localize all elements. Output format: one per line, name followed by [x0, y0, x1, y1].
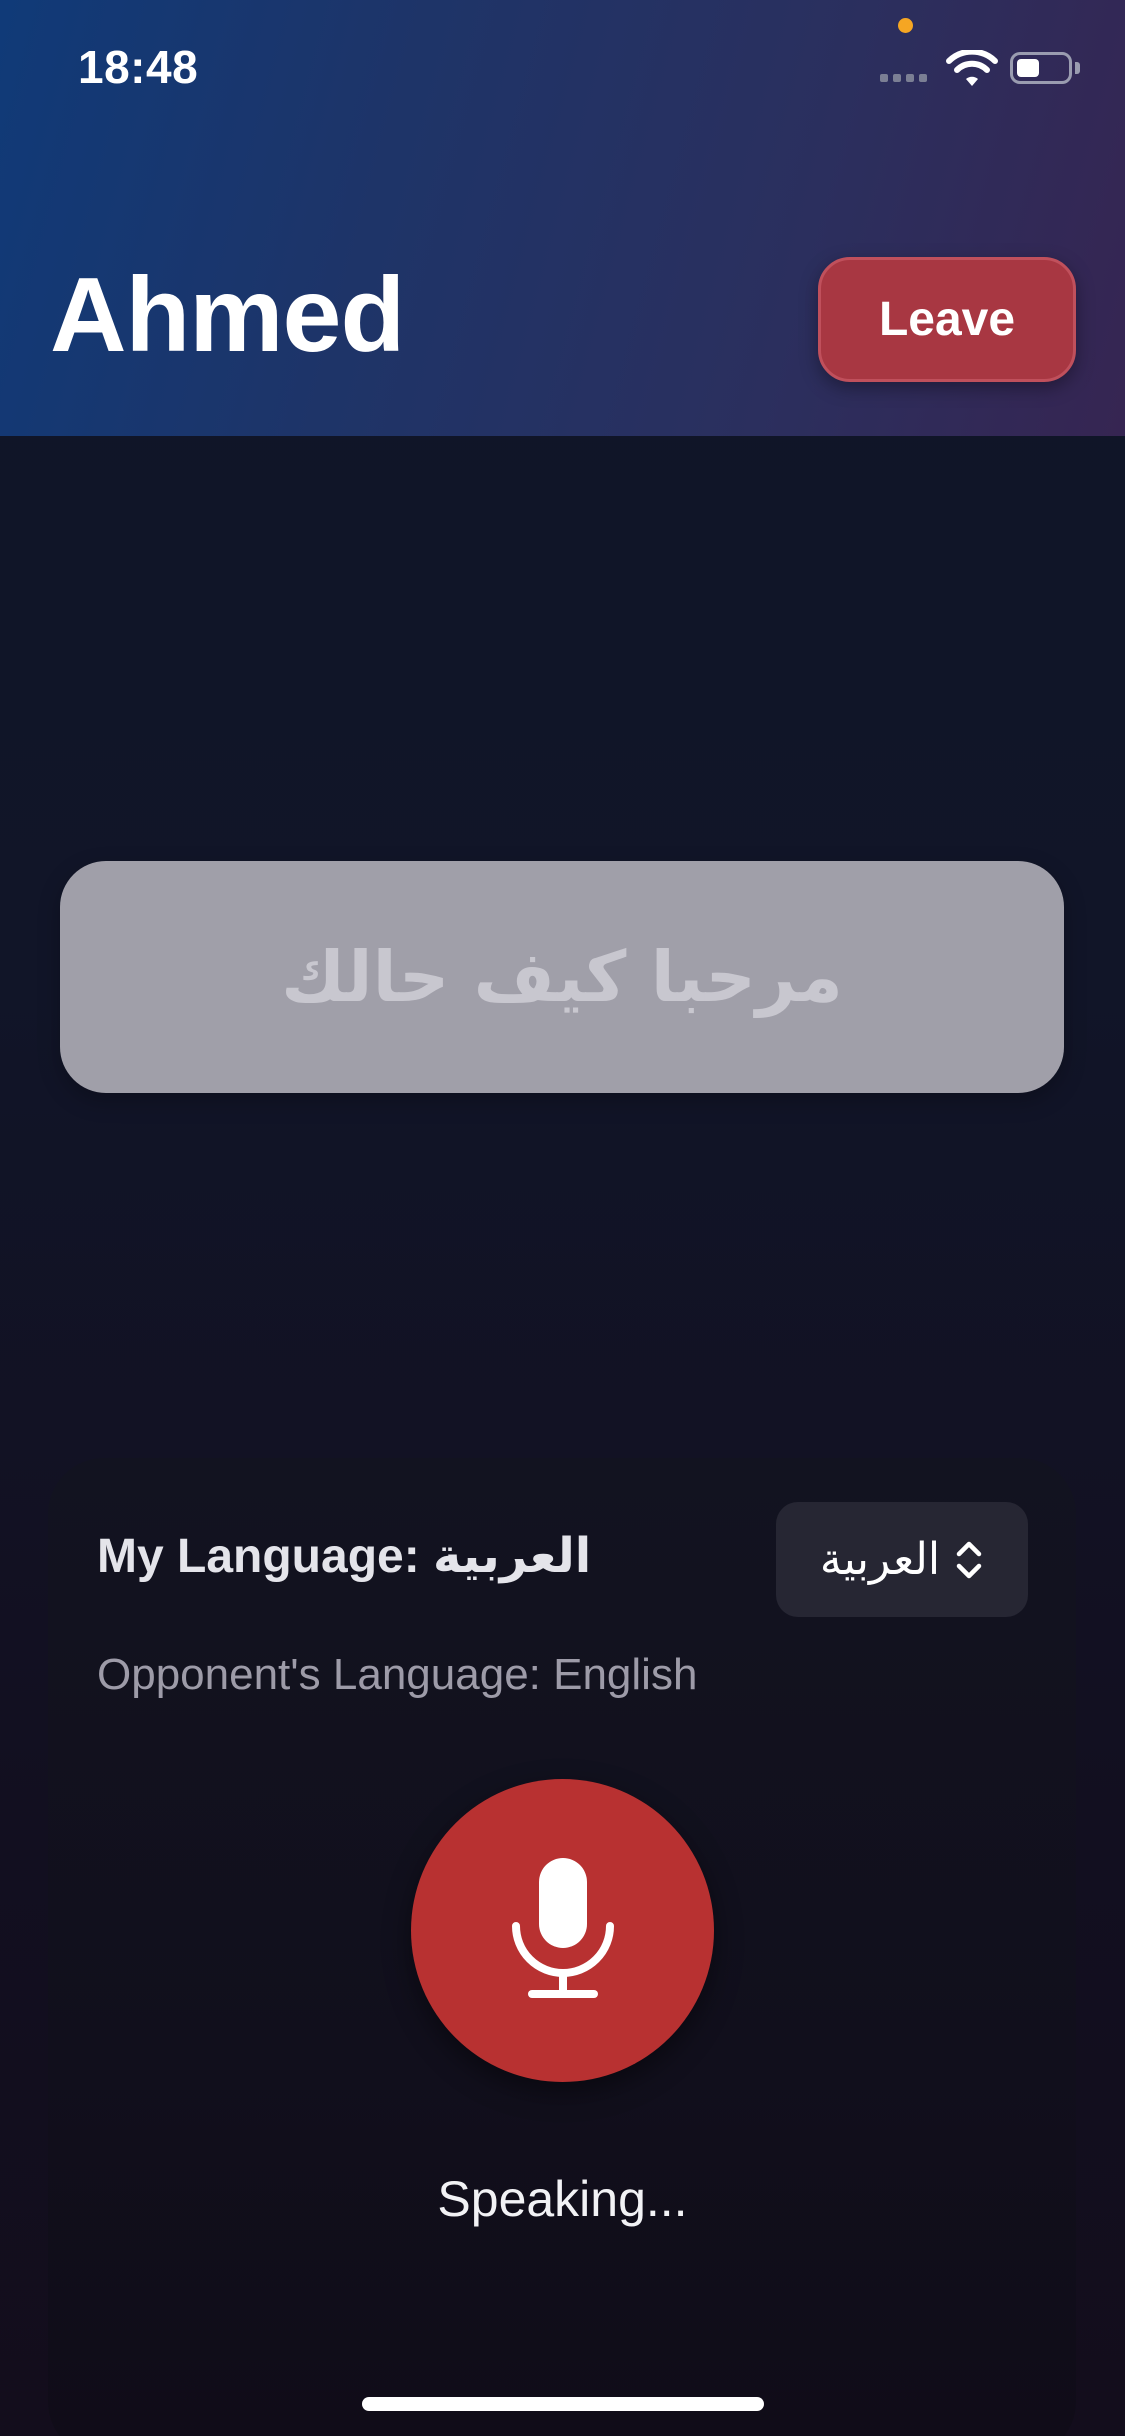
battery-icon: [1010, 52, 1072, 84]
language-picker-value: العربية: [819, 1534, 941, 1585]
mic-icon: [511, 1857, 614, 1998]
battery-level: [1017, 59, 1039, 77]
app-screen: 18:48 Ahmed Leave مرحبا كيف حالك My Lang…: [0, 0, 1125, 2436]
microphone-button[interactable]: [411, 1779, 714, 2082]
battery-cap: [1075, 62, 1080, 74]
opponent-language-label: Opponent's Language: English: [97, 1650, 698, 1699]
language-picker[interactable]: العربية: [776, 1502, 1028, 1617]
wifi-icon: [946, 50, 998, 86]
page-title: Ahmed: [50, 256, 405, 374]
chevron-up-down-icon: [956, 1541, 982, 1578]
speaking-status: Speaking...: [437, 2171, 688, 2227]
message-bubble: مرحبا كيف حالك: [60, 861, 1064, 1093]
privacy-indicator-dot: [898, 18, 913, 33]
status-time: 18:48: [78, 41, 199, 93]
message-text: مرحبا كيف حالك: [281, 936, 843, 1018]
leave-button[interactable]: Leave: [818, 257, 1076, 382]
cellular-signal-icon: [880, 74, 927, 82]
my-language-label: My Language: العربية: [97, 1530, 592, 1583]
home-indicator[interactable]: [362, 2397, 764, 2411]
